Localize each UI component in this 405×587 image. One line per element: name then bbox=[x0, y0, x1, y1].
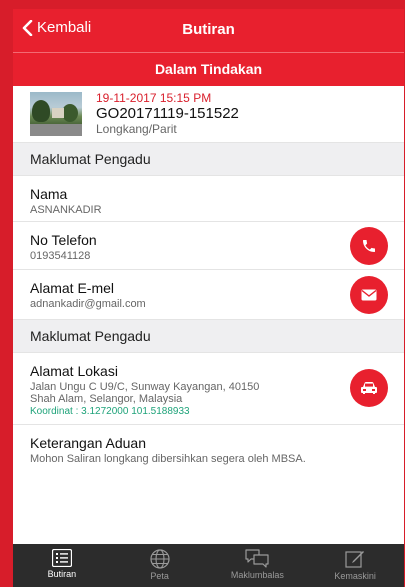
device-frame: Kembali Butiran Dalam Tindakan 19-11-201… bbox=[0, 0, 405, 587]
email-button[interactable] bbox=[350, 276, 388, 314]
car-icon bbox=[361, 382, 377, 394]
email-row: Alamat E-mel adnankadir@gmail.com bbox=[13, 270, 404, 320]
remark-value: Mohon Saliran longkang dibersihkan seger… bbox=[30, 453, 306, 465]
envelope-icon bbox=[361, 289, 377, 301]
app-screen: Kembali Butiran Dalam Tindakan 19-11-201… bbox=[13, 9, 404, 587]
location-row: Alamat Lokasi Jalan Ungu C U9/C, Sunway … bbox=[13, 353, 404, 425]
phone-label: No Telefon bbox=[30, 232, 97, 248]
section-header-complainant: Maklumat Pengadu bbox=[13, 143, 404, 176]
page-title: Butiran bbox=[182, 21, 235, 38]
tab-maklumbalas[interactable]: Maklumbalas bbox=[209, 544, 307, 587]
status-banner: Dalam Tindakan bbox=[13, 53, 404, 86]
call-button[interactable] bbox=[350, 227, 388, 265]
complaint-summary: 19-11-2017 15:15 PM GO20171119-151522 Lo… bbox=[13, 86, 404, 143]
tab-label: Kemaskini bbox=[334, 571, 376, 581]
location-label: Alamat Lokasi bbox=[30, 363, 118, 379]
tab-bar: Butiran Peta Maklumbalas Kemaskini bbox=[13, 544, 404, 587]
complaint-category: Longkang/Parit bbox=[96, 121, 177, 136]
globe-icon bbox=[150, 549, 170, 569]
email-value: adnankadir@gmail.com bbox=[30, 298, 146, 310]
complaint-date: 19-11-2017 15:15 PM bbox=[96, 90, 212, 105]
navigate-button[interactable] bbox=[350, 369, 388, 407]
email-label: Alamat E-mel bbox=[30, 280, 115, 296]
tab-label: Butiran bbox=[47, 569, 77, 579]
navigation-bar: Kembali Butiran bbox=[13, 9, 404, 53]
list-icon bbox=[51, 549, 72, 567]
tab-kemaskini[interactable]: Kemaskini bbox=[306, 544, 404, 587]
complaint-photo[interactable] bbox=[30, 92, 82, 136]
phone-row: No Telefon 0193541128 bbox=[13, 222, 404, 270]
name-row: Nama ASNANKADIR bbox=[13, 176, 404, 222]
location-line2: Shah Alam, Selangor, Malaysia bbox=[30, 393, 183, 405]
location-line1: Jalan Ungu C U9/C, Sunway Kayangan, 4015… bbox=[30, 381, 260, 393]
chat-icon bbox=[245, 549, 269, 568]
tab-label: Maklumbalas bbox=[230, 570, 284, 580]
tab-peta[interactable]: Peta bbox=[111, 544, 209, 587]
name-value: ASNANKADIR bbox=[30, 204, 102, 216]
phone-value: 0193541128 bbox=[30, 250, 91, 262]
remark-label: Keterangan Aduan bbox=[30, 435, 146, 451]
name-label: Nama bbox=[30, 186, 68, 202]
complaint-id: GO20171119-151522 bbox=[96, 105, 239, 123]
tab-butiran[interactable]: Butiran bbox=[13, 544, 111, 587]
phone-icon bbox=[363, 240, 375, 252]
tab-label: Peta bbox=[150, 571, 169, 581]
section-header-location: Maklumat Pengadu bbox=[13, 320, 404, 353]
coordinates: Koordinat : 3.1272000 101.5188933 bbox=[30, 406, 190, 417]
edit-icon bbox=[345, 551, 365, 568]
remark-row: Keterangan Aduan Mohon Saliran longkang … bbox=[13, 425, 404, 469]
